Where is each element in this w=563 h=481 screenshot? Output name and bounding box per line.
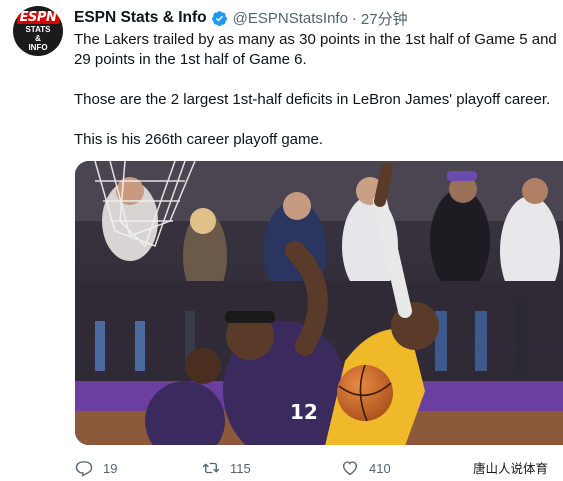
tweet-header: ESPN Stats & Info @ESPNStatsInfo · 27分钟	[74, 8, 408, 28]
handle[interactable]: @ESPNStatsInfo	[233, 10, 348, 27]
retweet-icon	[202, 462, 220, 474]
retweet-button[interactable]: 115	[202, 456, 251, 480]
verified-badge-icon	[211, 10, 227, 26]
avatar-line-3: INFO	[28, 42, 48, 52]
separator-dot: ·	[351, 9, 357, 27]
like-count: 410	[369, 460, 391, 476]
espn-logo-text: ESPN	[16, 10, 60, 24]
tweet-text-line-2: 29 points in the 1st half of Game 6.	[74, 51, 307, 68]
jersey-number: 12	[290, 400, 318, 424]
tweet-photo[interactable]: 12	[75, 161, 563, 445]
reply-icon	[75, 461, 93, 477]
timestamp[interactable]: 27分钟	[361, 8, 408, 29]
reply-count: 19	[103, 460, 118, 476]
tweet-text-line-1: The Lakers trailed by as many as 30 poin…	[74, 31, 557, 48]
avatar-line-1: STATS	[25, 24, 51, 34]
heart-icon	[342, 461, 358, 476]
avatar[interactable]: ESPN STATS & INFO	[13, 6, 63, 56]
tweet-text-paragraph-2: Those are the 2 largest 1st-half deficit…	[74, 91, 551, 108]
basketball-game-photo: 12	[75, 161, 563, 445]
avatar-line-2: &	[35, 33, 41, 43]
reply-button[interactable]: 19	[75, 456, 117, 480]
action-bar: 19 115 410 唐山人说体育	[75, 456, 563, 480]
watermark: 唐山人说体育	[473, 461, 549, 476]
like-button[interactable]: 410	[341, 456, 391, 480]
display-name[interactable]: ESPN Stats & Info	[74, 9, 207, 27]
retweet-count: 115	[230, 460, 251, 476]
tweet[interactable]: ESPN STATS & INFO ESPN Stats & Info @ESP…	[0, 0, 563, 481]
tweet-text-paragraph-3: This is his 266th career playoff game.	[74, 131, 324, 148]
